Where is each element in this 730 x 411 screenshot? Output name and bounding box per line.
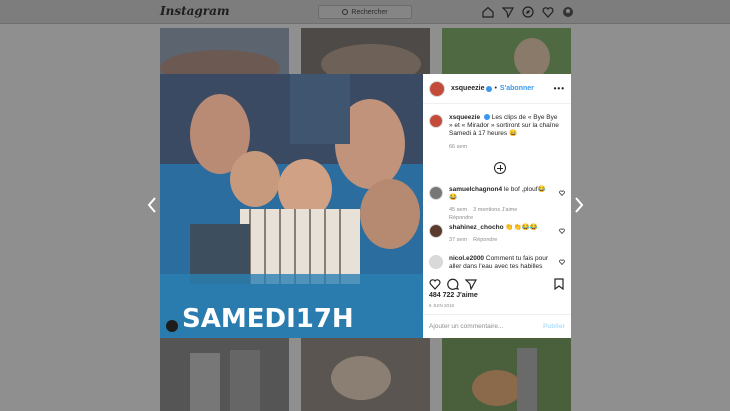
comment-item: shahinez_chocho 👏👏😂😂 37 sem Répondre — [429, 224, 565, 244]
post-date: 6 JUIN 2018 — [429, 303, 455, 308]
comment-username[interactable]: samuelchagnon4 — [449, 186, 502, 193]
nav-icons — [482, 5, 574, 19]
chevron-left-icon[interactable] — [147, 197, 157, 213]
chevron-right-icon[interactable] — [574, 197, 584, 213]
comment-heart-icon[interactable] — [559, 259, 565, 265]
verified-badge-icon — [486, 85, 493, 92]
post-actions — [429, 277, 565, 291]
post-photo — [160, 74, 423, 338]
comment-text: 👏👏😂😂 — [505, 224, 538, 231]
instagram-logo[interactable]: Instagram — [160, 4, 230, 18]
comment-time: 45 sem — [449, 207, 468, 213]
home-icon[interactable] — [482, 5, 494, 18]
grid-photo-3[interactable] — [442, 28, 571, 74]
profile-icon[interactable] — [562, 5, 574, 17]
search-box[interactable]: Rechercher — [318, 5, 412, 19]
post-overlay-text: SAMEDI17H — [182, 304, 354, 334]
search-icon — [342, 9, 349, 15]
likes-count[interactable]: 484 722 J'aime — [429, 292, 478, 299]
grid-photo-6[interactable] — [442, 338, 571, 411]
comment-likes[interactable]: 3 mentions J'aime — [473, 207, 517, 213]
comment-avatar[interactable] — [429, 255, 443, 269]
comment-avatar[interactable] — [429, 224, 443, 238]
author-username[interactable]: xsqueezie — [451, 85, 484, 92]
heart-icon[interactable] — [542, 5, 554, 18]
share-icon[interactable] — [464, 277, 478, 291]
top-navigation-bar: Instagram Rechercher — [0, 0, 730, 24]
author-avatar[interactable] — [429, 80, 445, 97]
caption-username[interactable]: xsqueezie — [449, 114, 480, 121]
post-details-panel: xsqueezie • S'abonner ••• xsqueezie Les … — [423, 74, 571, 338]
comment-avatar[interactable] — [429, 186, 443, 200]
caption-time: 66 sem — [449, 144, 468, 150]
post-caption: xsqueezie Les clips de « Bye Bye » et « … — [423, 104, 571, 151]
reply-button[interactable]: Répondre — [473, 237, 497, 243]
add-comment-field[interactable]: Ajouter un commentaire... Publier — [423, 314, 571, 338]
comment-item: samuelchagnon4 le bof ,plouf😂😂 45 sem 3 … — [429, 186, 565, 222]
verified-badge-icon — [483, 114, 490, 121]
separator: • — [494, 85, 497, 92]
search-placeholder: Rechercher — [351, 8, 388, 16]
like-heart-icon[interactable] — [429, 277, 441, 290]
caption-author-avatar[interactable] — [429, 114, 443, 128]
bookmark-icon[interactable] — [553, 277, 565, 291]
explore-icon[interactable] — [522, 5, 534, 18]
follow-button[interactable]: S'abonner — [500, 85, 534, 92]
direct-icon[interactable] — [501, 5, 515, 19]
post-image[interactable]: SAMEDI17H — [160, 74, 423, 338]
reply-button[interactable]: Répondre — [449, 214, 553, 222]
comment-username[interactable]: shahinez_chocho — [449, 224, 504, 231]
comment-icon[interactable] — [447, 277, 460, 290]
comment-item: nicol.e2000 Comment tu fais pour aller d… — [429, 255, 565, 271]
grid-photo-4[interactable] — [160, 338, 289, 411]
grid-photo-1[interactable] — [160, 28, 289, 74]
grid-photo-5[interactable] — [301, 338, 430, 411]
add-comment-placeholder: Ajouter un commentaire... — [429, 323, 504, 330]
post-header: xsqueezie • S'abonner ••• — [423, 74, 571, 104]
comment-heart-icon[interactable] — [559, 190, 565, 196]
grid-photo-2[interactable] — [301, 28, 430, 74]
publish-button[interactable]: Publier — [543, 323, 565, 330]
comment-time: 37 sem — [449, 237, 468, 243]
comment-heart-icon[interactable] — [559, 228, 565, 234]
load-more-comments-add-icon[interactable] — [494, 162, 506, 174]
comment-username[interactable]: nicol.e2000 — [449, 255, 484, 262]
more-options-icon[interactable]: ••• — [554, 84, 565, 93]
user-tag-icon[interactable] — [166, 320, 178, 332]
